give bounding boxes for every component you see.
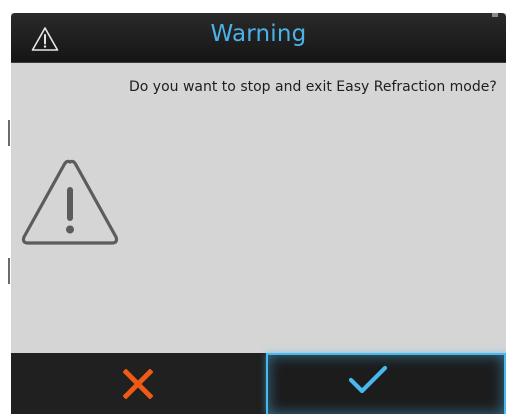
window-left-edge bbox=[0, 0, 11, 414]
titlebar-corner-mark bbox=[492, 13, 498, 17]
edge-tick bbox=[8, 120, 10, 146]
close-icon bbox=[123, 369, 153, 399]
cancel-button[interactable] bbox=[11, 353, 263, 414]
dialog-message: Do you want to stop and exit Easy Refrac… bbox=[129, 79, 497, 95]
warning-dialog: Warning Do you want to stop and exit Eas… bbox=[11, 13, 506, 414]
dialog-titlebar: Warning bbox=[11, 13, 506, 63]
dialog-footer bbox=[11, 353, 506, 414]
confirm-button[interactable] bbox=[266, 353, 506, 414]
warning-icon bbox=[21, 159, 119, 245]
edge-tick bbox=[8, 258, 10, 284]
checkmark-icon bbox=[348, 365, 388, 394]
dialog-title: Warning bbox=[210, 21, 307, 47]
